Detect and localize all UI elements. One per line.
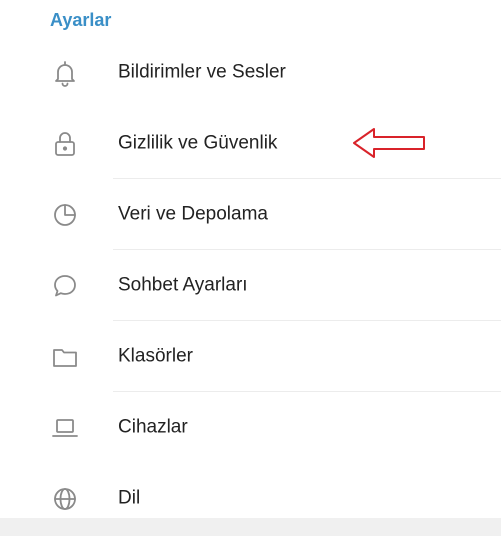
- menu-item-label: Sohbet Ayarları: [118, 274, 248, 296]
- menu-item-devices[interactable]: Cihazlar: [0, 392, 501, 463]
- menu-item-label: Veri ve Depolama: [118, 203, 268, 225]
- bottom-section-bar: [0, 518, 501, 536]
- menu-item-folders[interactable]: Klasörler: [0, 321, 501, 392]
- section-title: Ayarlar: [50, 10, 112, 30]
- menu-item-label: Dil: [118, 487, 141, 509]
- chat-bubble-icon: [48, 269, 82, 303]
- menu-item-label: Klasörler: [118, 345, 193, 367]
- lock-icon: [48, 127, 82, 161]
- menu-item-label: Gizlilik ve Güvenlik: [118, 132, 278, 154]
- laptop-icon: [48, 411, 82, 445]
- pie-chart-icon: [48, 198, 82, 232]
- menu-item-notifications[interactable]: Bildirimler ve Sesler: [0, 37, 501, 108]
- menu-item-label: Cihazlar: [118, 416, 188, 438]
- menu-item-chat-settings[interactable]: Sohbet Ayarları: [0, 250, 501, 321]
- red-arrow-icon: [353, 128, 425, 158]
- folder-icon: [48, 340, 82, 374]
- menu-item-label: Bildirimler ve Sesler: [118, 61, 286, 83]
- menu-item-data-storage[interactable]: Veri ve Depolama: [0, 179, 501, 250]
- bell-icon: [48, 56, 82, 90]
- globe-icon: [48, 482, 82, 516]
- settings-menu: Bildirimler ve Sesler Gizlilik ve Güvenl…: [0, 37, 501, 534]
